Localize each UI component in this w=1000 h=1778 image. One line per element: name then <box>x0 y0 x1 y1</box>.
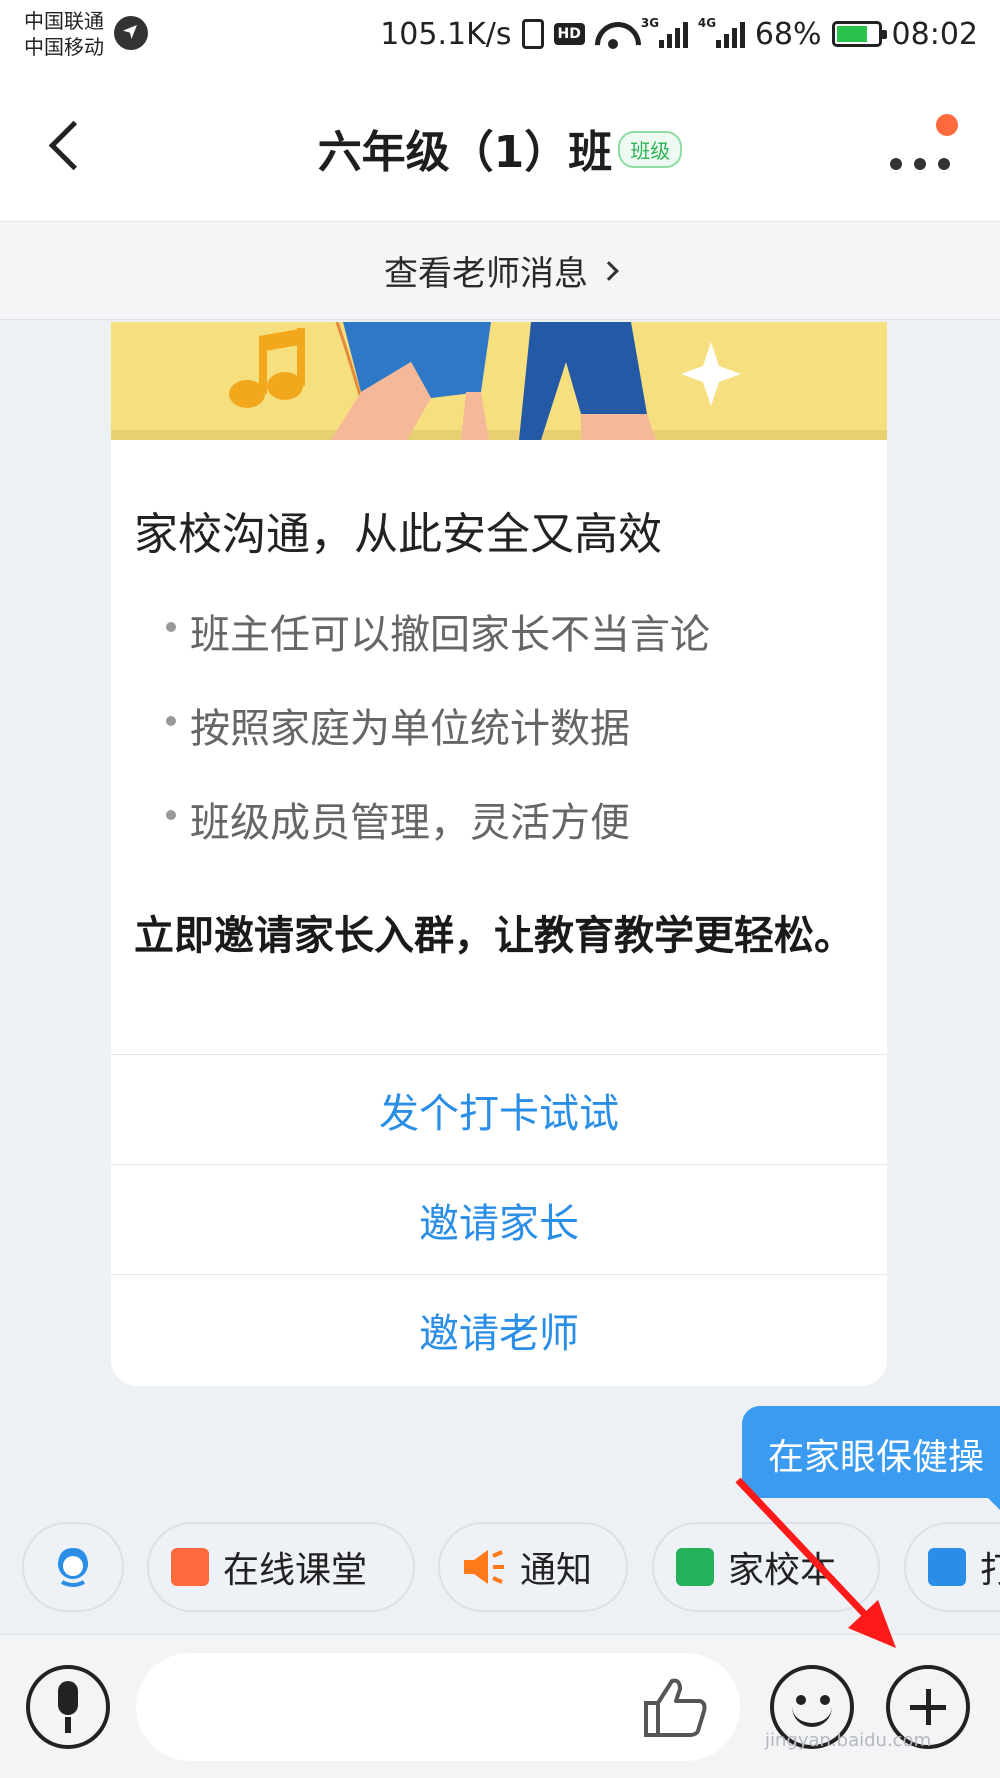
chat-message-bubble[interactable]: 在家眼保健操 <box>742 1406 1000 1498</box>
checkin-icon <box>928 1548 966 1586</box>
watermark: jingyan.baidu.com <box>765 1730 932 1751</box>
view-teacher-messages[interactable]: 查看老师消息 <box>0 222 1000 320</box>
emoji-mouth-icon <box>792 1703 832 1727</box>
chat-screen: 中国联通 中国移动 105.1K/s HD 3G 4G 68% 08:02 六年… <box>0 0 1000 1778</box>
tool-label: 打 <box>980 1550 1000 1591</box>
quick-tools-bar: 在线课堂 通知 家校本 打 <box>0 1522 1000 1616</box>
signal-3g-label: 3G <box>640 16 660 30</box>
signal-3g-icon: 3G <box>641 16 688 48</box>
card-actions: 发个打卡试试 邀请家长 邀请老师 <box>111 1054 887 1384</box>
wifi-icon <box>595 20 631 49</box>
vibrate-icon <box>521 19 544 49</box>
carrier-2: 中国移动 <box>24 35 104 59</box>
battery-percent: 68% <box>754 16 822 52</box>
more-dot-icon <box>938 158 950 170</box>
notification-dot <box>936 114 958 136</box>
bullet-dot-icon <box>166 810 176 820</box>
more-dot-icon <box>890 158 902 170</box>
banner-illustration-image <box>111 322 887 440</box>
tool-checkin[interactable]: 打 <box>904 1522 1000 1612</box>
online-class-icon <box>171 1548 209 1586</box>
like-button[interactable] <box>640 1675 720 1745</box>
more-button[interactable] <box>890 114 960 174</box>
status-bar: 中国联通 中国移动 105.1K/s HD 3G 4G 68% 08:02 <box>0 0 1000 72</box>
tool-homework-book[interactable]: 家校本 <box>652 1522 880 1612</box>
voice-input-button[interactable] <box>26 1665 110 1749</box>
customer-service-icon <box>58 1547 88 1587</box>
signal-4g-label: 4G <box>697 16 717 30</box>
invite-teachers-button[interactable]: 邀请老师 <box>111 1274 887 1384</box>
net-speed: 105.1K/s <box>380 16 512 52</box>
clock: 08:02 <box>891 16 978 52</box>
hd-icon: HD <box>553 23 585 45</box>
thumbs-up-icon <box>644 1678 707 1737</box>
invite-parents-button[interactable]: 邀请家长 <box>111 1164 887 1274</box>
message-input-bar <box>0 1634 1000 1778</box>
bullet-dot-icon <box>166 622 176 632</box>
battery-icon <box>831 21 887 47</box>
tool-online-class[interactable]: 在线课堂 <box>147 1522 415 1612</box>
tool-customer-service[interactable] <box>22 1522 124 1612</box>
notebook-icon <box>676 1548 714 1586</box>
bullet-dot-icon <box>166 716 176 726</box>
feature-text: 班级成员管理，灵活方便 <box>190 800 630 846</box>
try-checkin-button[interactable]: 发个打卡试试 <box>111 1054 887 1164</box>
page-title-wrap: 六年级（1）班 班级 <box>0 116 1000 180</box>
list-item: 按照家庭为单位统计数据 <box>166 696 710 790</box>
carrier-names: 中国联通 中国移动 <box>24 8 104 60</box>
feature-text: 按照家庭为单位统计数据 <box>190 706 630 752</box>
list-item: 班主任可以撤回家长不当言论 <box>166 602 710 696</box>
list-item: 班级成员管理，灵活方便 <box>166 790 710 884</box>
feature-list: 班主任可以撤回家长不当言论 按照家庭为单位统计数据 班级成员管理，灵活方便 <box>166 602 710 884</box>
status-icons: 105.1K/s HD 3G 4G 68% 08:02 <box>380 14 978 54</box>
tool-label: 家校本 <box>728 1550 837 1591</box>
class-badge: 班级 <box>618 130 683 168</box>
title-bar: 六年级（1）班 班级 <box>0 72 1000 222</box>
signal-4g-icon: 4G <box>698 16 745 48</box>
tool-label: 通知 <box>520 1550 593 1591</box>
card-title: 家校沟通，从此安全又高效 <box>134 509 662 560</box>
chevron-right-icon <box>599 260 619 281</box>
view-teacher-messages-label: 查看老师消息 <box>384 254 588 294</box>
tool-label: 在线课堂 <box>223 1550 368 1591</box>
banner-illustration <box>111 322 887 440</box>
more-dot-icon <box>914 158 926 170</box>
intro-card: 家校沟通，从此安全又高效 班主任可以撤回家长不当言论 按照家庭为单位统计数据 班… <box>111 322 887 1386</box>
megaphone-icon <box>464 1550 504 1584</box>
feature-text: 班主任可以撤回家长不当言论 <box>190 612 710 658</box>
page-title: 六年级（1）班 <box>317 127 613 178</box>
tool-notice[interactable]: 通知 <box>438 1522 628 1612</box>
invite-prompt: 立即邀请家长入群，让教育教学更轻松。 <box>134 913 854 959</box>
location-icon <box>114 16 148 50</box>
carrier-1: 中国联通 <box>24 9 104 33</box>
